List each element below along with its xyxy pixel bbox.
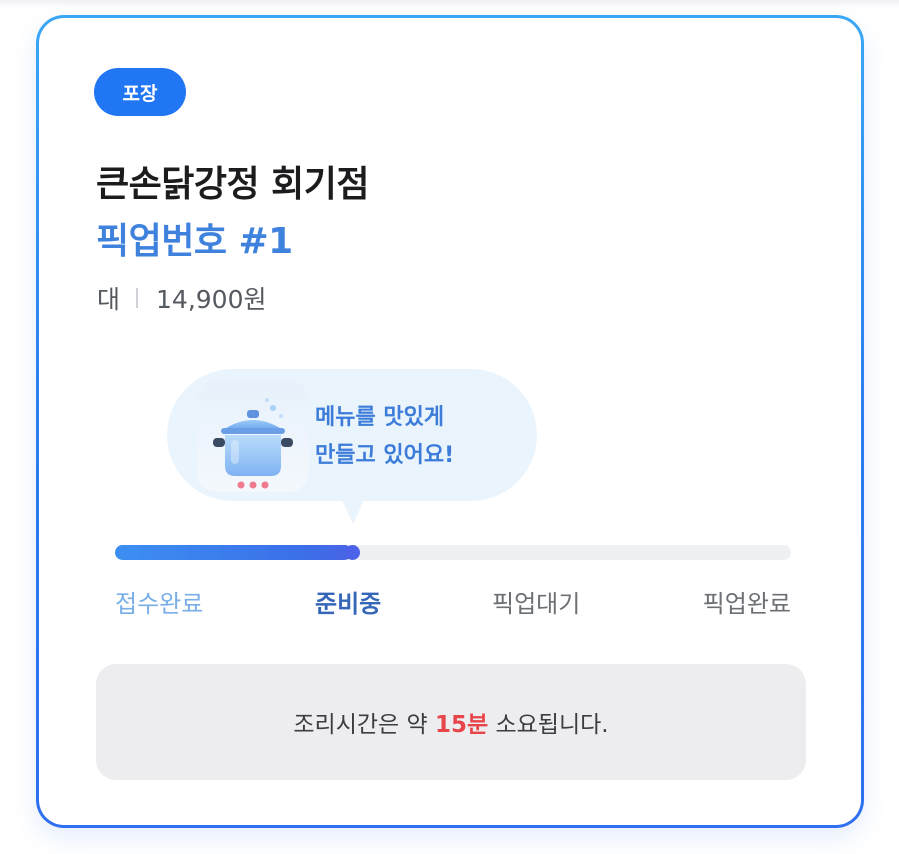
- step-ready-for-pickup: 픽업대기: [492, 590, 581, 618]
- status-message: 메뉴를 맛있게 만들고 있어요!: [315, 399, 454, 475]
- order-progress-steps: 접수완료 준비중 픽업대기 픽업완료: [115, 584, 791, 620]
- order-status-card-body: 포장 큰손닭강정 회기점 픽업번호 #1 대 14,900원 메뉴를 맛있게 만…: [39, 18, 861, 825]
- order-price: 14,900원: [156, 285, 267, 314]
- order-progress-knob: [344, 545, 360, 560]
- top-divider-strip: [0, 0, 899, 8]
- order-progress-bar: [115, 545, 791, 560]
- status-message-line2: 만들고 있어요!: [315, 443, 455, 468]
- status-speech-bubble-tail: [342, 500, 364, 524]
- step-preparing: 준비중: [315, 590, 382, 618]
- cooking-time-notice: 조리시간은 약 15분 소요됩니다.: [96, 664, 806, 780]
- step-received: 접수완료: [115, 590, 204, 618]
- store-name: 큰손닭강정 회기점: [96, 164, 370, 205]
- order-progress-fill: [115, 545, 352, 560]
- pickup-number: 픽업번호 #1: [96, 221, 293, 262]
- order-size: 대: [97, 285, 121, 314]
- cooking-time-value: 15분: [434, 712, 489, 738]
- order-summary-divider: [136, 288, 139, 308]
- order-type-badge: 포장: [94, 68, 186, 116]
- cooking-time-prefix: 조리시간은 약: [293, 712, 435, 738]
- step-picked-up: 픽업완료: [702, 590, 791, 618]
- cooking-pot-icon: [197, 380, 309, 492]
- order-summary: 대 14,900원: [97, 280, 267, 316]
- cooking-time-suffix: 소요됩니다.: [488, 712, 609, 738]
- status-message-line1: 메뉴를 맛있게: [315, 405, 445, 430]
- order-status-card: 포장 큰손닭강정 회기점 픽업번호 #1 대 14,900원 메뉴를 맛있게 만…: [36, 15, 864, 828]
